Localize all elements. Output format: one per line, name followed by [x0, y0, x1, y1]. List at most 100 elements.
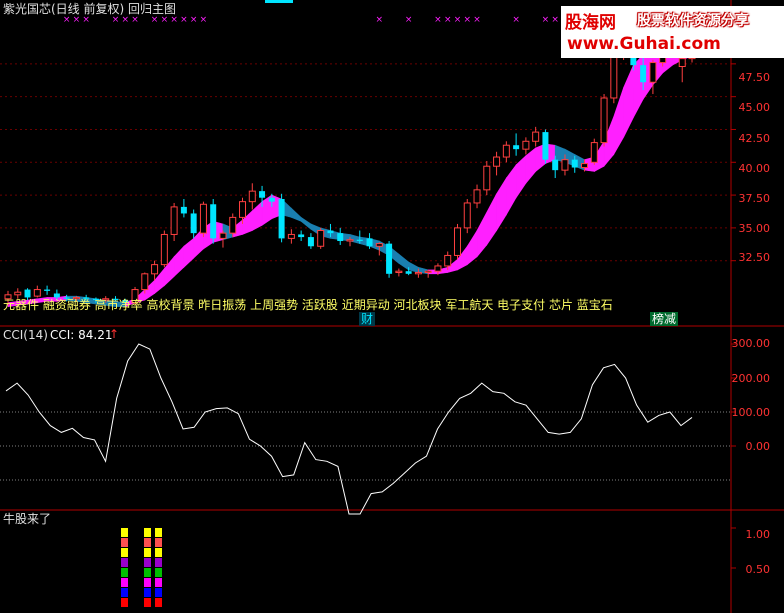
- bull-bar-segment: [144, 568, 151, 577]
- candle-body: [414, 272, 422, 275]
- band-segment: [486, 193, 497, 246]
- candle-body: [366, 238, 373, 247]
- signal-marker: ×: [73, 15, 81, 25]
- watermark-url: www.Guhai.com: [567, 34, 721, 54]
- candle-body: [649, 62, 657, 83]
- signal-marker: ×: [82, 15, 90, 25]
- bull-bar-segment: [155, 578, 162, 587]
- candle-body: [239, 201, 247, 218]
- signal-marker: ×: [161, 15, 169, 25]
- candle-body: [44, 289, 51, 291]
- candle-body: [356, 239, 363, 242]
- price-tick: 45.00: [738, 101, 771, 114]
- candle-body: [444, 254, 452, 267]
- candle-body: [542, 132, 549, 160]
- candle-body: [337, 233, 344, 242]
- candle-body: [307, 237, 314, 247]
- bull-bar-segment: [121, 578, 128, 587]
- band-segment: [515, 155, 527, 199]
- candle-body: [219, 232, 227, 239]
- candle-body: [248, 190, 256, 203]
- price-tick: 42.50: [738, 132, 771, 145]
- bull-bar-segment: [155, 598, 162, 607]
- band-segment: [251, 200, 263, 232]
- cyan-marker: [265, 0, 293, 3]
- badge-cai: 财: [359, 312, 376, 326]
- bull-bar-segment: [155, 568, 162, 577]
- candle-body: [590, 142, 598, 163]
- candle-body: [434, 265, 442, 272]
- bull-bar-segment: [121, 528, 128, 537]
- candle-body: [405, 271, 412, 274]
- candle-body: [229, 216, 237, 234]
- price-tick: 32.50: [738, 251, 771, 264]
- signal-marker: ×: [434, 15, 442, 25]
- band-segment: [398, 253, 409, 271]
- signal-marker: ×: [405, 15, 413, 25]
- cci-tick: 100.00: [731, 406, 771, 419]
- candle-body: [141, 273, 149, 291]
- candle-body: [522, 140, 530, 150]
- signal-marker: ×: [454, 15, 462, 25]
- signal-marker: ×: [463, 15, 471, 25]
- candle-body: [552, 159, 559, 171]
- bull-bar-segment: [121, 598, 128, 607]
- candle-body: [502, 144, 510, 158]
- candle-body: [190, 213, 197, 234]
- watermark-name: 股海网: [565, 13, 616, 33]
- bull-bar-segment: [144, 588, 151, 597]
- candle-body: [571, 159, 578, 168]
- cci-arrow: ↑: [109, 327, 120, 341]
- watermark-tagline: 股票软件资源分享: [637, 13, 749, 29]
- band-segment: [506, 163, 517, 216]
- candle-body: [581, 163, 589, 169]
- bull-bar-segment: [121, 568, 128, 577]
- signal-marker: ×: [512, 15, 520, 25]
- bull-bar-segment: [155, 548, 162, 557]
- bull-bar-segment: [121, 588, 128, 597]
- concept-tags: 元器件 融资融券 高市净率 高校背景 昨日振荡 上周强势 活跃股 近期异动 河北…: [3, 298, 613, 312]
- candle-body: [463, 202, 471, 229]
- candle-body: [170, 206, 178, 235]
- band-segment: [525, 147, 536, 185]
- candle-body: [424, 270, 432, 274]
- band-segment: [291, 207, 302, 222]
- candle-body: [600, 97, 608, 144]
- candle-body: [346, 239, 354, 242]
- candle-body: [278, 199, 285, 239]
- cci-tick: 300.00: [731, 337, 771, 350]
- candle-body: [532, 131, 540, 142]
- candle-body: [561, 159, 569, 171]
- candle-body: [268, 197, 275, 202]
- bull-bar-segment: [155, 588, 162, 597]
- candle-body: [386, 243, 393, 274]
- badge-bangjian: 榜减: [650, 312, 679, 326]
- signal-marker: ×: [473, 15, 481, 25]
- band-segment: [349, 234, 361, 245]
- signal-marker: ×: [200, 15, 208, 25]
- cci-label: CCI(14): [3, 328, 48, 342]
- bull-bar-segment: [144, 538, 151, 547]
- cci-value: CCI: 84.21: [50, 328, 113, 342]
- candle-body: [473, 189, 481, 204]
- band-segment: [183, 237, 194, 268]
- price-tick: 35.00: [738, 222, 771, 235]
- bull-bar-segment: [144, 528, 151, 537]
- candle-body: [199, 203, 207, 234]
- band-segment: [173, 245, 185, 278]
- bull-bar-segment: [144, 548, 151, 557]
- candle-body: [180, 206, 187, 214]
- signal-marker: ×: [551, 15, 559, 25]
- cci-series-line: [5, 343, 693, 515]
- bull-tick: 1.00: [745, 528, 771, 541]
- candle-body: [483, 165, 491, 191]
- signal-marker: ×: [376, 15, 384, 25]
- signal-marker: ×: [121, 15, 129, 25]
- candle-body: [53, 293, 60, 298]
- cci-tick: 200.00: [731, 372, 771, 385]
- bull-bars: [121, 527, 736, 607]
- candle-body: [453, 227, 461, 256]
- bull-label: 牛股来了: [3, 512, 52, 526]
- candle-body: [14, 291, 22, 296]
- chart-title: 紫光国芯(日线 前复权) 回归主图: [3, 2, 176, 16]
